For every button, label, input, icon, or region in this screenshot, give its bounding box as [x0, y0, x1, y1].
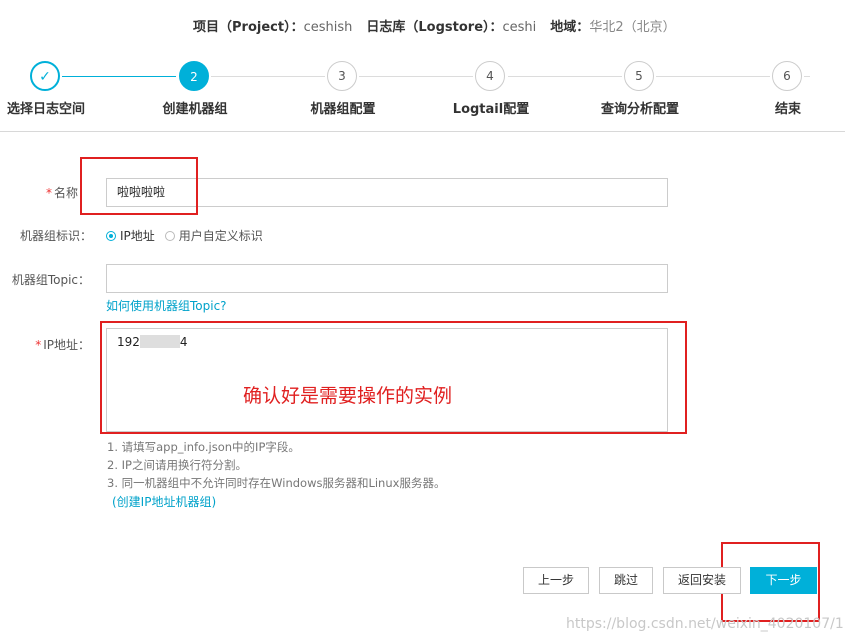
step-2-circle: 2: [179, 61, 209, 91]
annotation-box-name: [80, 157, 198, 215]
topic-help-link[interactable]: 如何使用机器组Topic?: [106, 297, 227, 314]
ip-label: * IP地址：: [30, 336, 90, 353]
step-3-circle: 3: [327, 61, 357, 91]
identity-radio-group: IP地址 用户自定义标识: [106, 227, 263, 244]
radio-checked-icon: [106, 231, 116, 241]
step-1-check-icon: ✓: [30, 61, 60, 91]
project-value: ceshish: [303, 20, 353, 35]
step-connector: [62, 76, 176, 77]
step-4-circle: 4: [475, 61, 505, 91]
logstore-key: 日志库（Logstore）：: [366, 20, 503, 35]
topic-input[interactable]: [106, 264, 668, 293]
radio-ip-label: IP地址: [120, 229, 155, 243]
radio-ip[interactable]: IP地址: [106, 229, 155, 243]
ip-label-text: IP地址：: [43, 338, 90, 352]
required-mark: *: [35, 338, 42, 352]
prev-button[interactable]: 上一步: [523, 567, 589, 594]
hint-line: 1. 请填写app_info.json中的IP字段。: [107, 440, 300, 454]
step-6-label: 结束: [774, 102, 802, 117]
region-key: 地域：: [550, 20, 590, 35]
step-3-label: 机器组配置: [310, 102, 376, 117]
step-5-label: 查询分析配置: [600, 102, 680, 117]
step-1-label: 选择日志空间: [6, 102, 86, 117]
step-4-label: Logtail配置: [452, 102, 530, 117]
identity-label: 机器组标识：: [20, 229, 93, 243]
divider: [0, 131, 845, 132]
hint-line: 2. IP之间请用换行符分割。: [107, 458, 247, 472]
radio-unchecked-icon: [164, 231, 175, 241]
topic-label: 机器组Topic：: [11, 273, 90, 287]
step-connector: [359, 76, 473, 77]
step-connector: [804, 76, 810, 77]
step-connector: [508, 76, 622, 77]
skip-button[interactable]: 跳过: [599, 567, 653, 594]
step-connector: [656, 76, 770, 77]
step-connector: [211, 76, 325, 77]
project-key: 项目（Project）：: [193, 20, 304, 35]
annotation-text: 确认好是需要操作的实例: [243, 385, 453, 407]
watermark: https://blog.csdn.net/weixin_4020107/1: [566, 616, 844, 632]
create-ip-group-link[interactable]: (创建IP地址机器组): [112, 493, 216, 510]
annotation-box-ip: [100, 321, 687, 434]
step-5-circle: 5: [624, 61, 654, 91]
header-info: 项目（Project）：ceshish 日志库（Logstore）：ceshi 地域…: [193, 16, 676, 35]
logstore-value: ceshi: [502, 20, 537, 35]
step-2-label: 创建机器组: [162, 102, 228, 117]
step-6-circle: 6: [772, 61, 802, 91]
radio-custom-label: 用户自定义标识: [178, 229, 263, 243]
region-value: 华北2（北京）: [589, 20, 676, 35]
radio-custom[interactable]: 用户自定义标识: [164, 229, 263, 243]
required-mark: *: [45, 186, 52, 200]
back-install-button[interactable]: 返回安装: [663, 567, 741, 594]
hint-line: 3. 同一机器组中不允许同时存在Windows服务器和Linux服务器。: [107, 476, 446, 490]
next-button[interactable]: 下一步: [750, 567, 817, 594]
